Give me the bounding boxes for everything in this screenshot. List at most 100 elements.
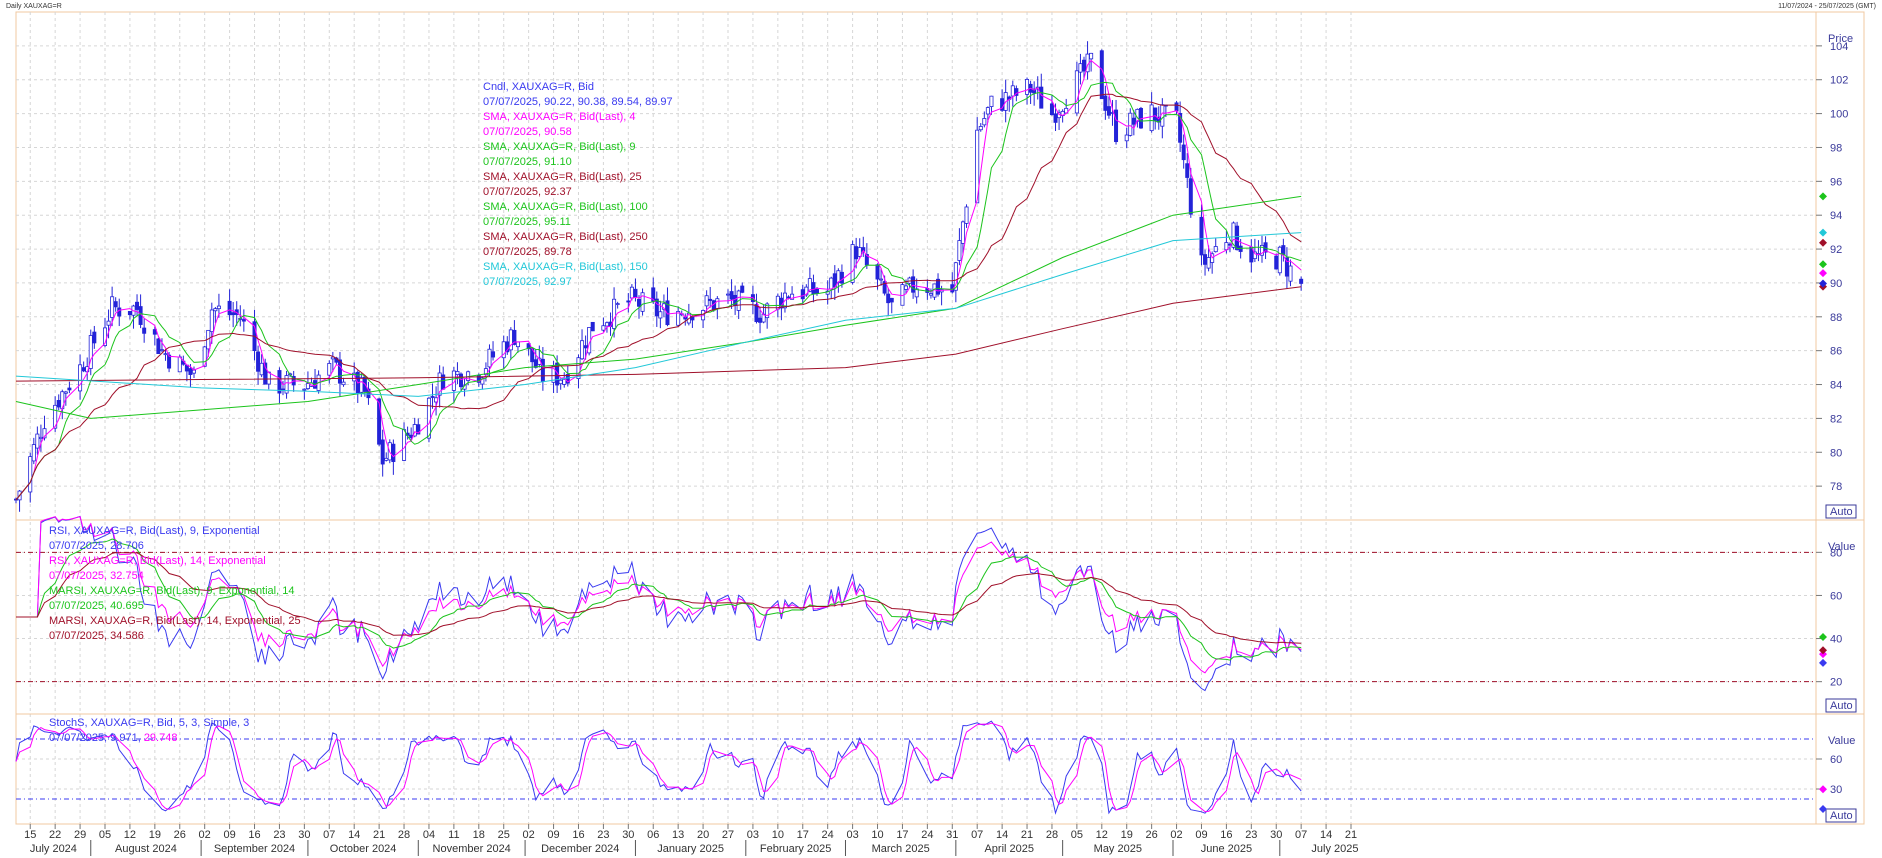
y-tick-label: 88 (1830, 312, 1842, 324)
legend-entry[interactable]: SMA, XAUXAG=R, Bid(Last), 250 (483, 230, 673, 245)
scale-auto-button-label: Auto (1830, 506, 1853, 518)
candle-body (209, 309, 214, 333)
legend-entry[interactable]: SMA, XAUXAG=R, Bid(Last), 25 (483, 170, 673, 185)
day-tick-label: 17 (797, 829, 809, 841)
candle-body (704, 295, 709, 307)
candle-body (658, 311, 663, 319)
candle-body (936, 278, 941, 295)
candle-body (391, 443, 396, 463)
candle-body (1153, 107, 1158, 121)
legend-entry-text: 07/07/2025, 92.97 (483, 276, 572, 288)
legend-entry-text: SMA, XAUXAG=R, Bid(Last), 150 (483, 261, 648, 273)
legend-entry[interactable]: MARSI, XAUXAG=R, Bid(Last), 9, Exponenti… (49, 584, 301, 599)
day-tick-label: 21 (1021, 829, 1033, 841)
candle-body (455, 371, 460, 376)
scale-auto-button[interactable]: Auto (1825, 808, 1857, 823)
y-tick-label: 80 (1830, 447, 1842, 459)
candle-body (81, 367, 86, 372)
legend-entry[interactable]: 07/07/2025, 34.586 (49, 629, 301, 644)
candle-body (811, 282, 816, 294)
day-tick-label: 07 (971, 829, 983, 841)
candle-body (1188, 178, 1193, 215)
candle-body (800, 289, 805, 300)
scale-auto-button-label: Auto (1830, 810, 1853, 822)
legend-entry-text: 07/07/2025, 40.695 (49, 600, 144, 612)
legend-entry[interactable]: MARSI, XAUXAG=R, Bid(Last), 14, Exponent… (49, 614, 301, 629)
candle-body (1103, 95, 1108, 111)
candle-body (580, 340, 585, 360)
candle-body (117, 307, 122, 317)
scale-auto-button[interactable]: Auto (1825, 504, 1857, 519)
legend-entry[interactable]: 07/07/2025, 32.754 (49, 569, 301, 584)
month-label: April 2025 (984, 843, 1034, 855)
candle-body (78, 364, 83, 392)
legend-entry-text: MARSI, XAUXAG=R, Bid(Last), 14, Exponent… (49, 615, 301, 627)
candle-body (327, 363, 332, 376)
month-label: March 2025 (872, 843, 930, 855)
legend-entry[interactable]: RSI, XAUXAG=R, Bid(Last), 14, Exponentia… (49, 554, 301, 569)
candle-body (558, 379, 563, 385)
day-tick-label: 30 (298, 829, 310, 841)
candle-body (960, 221, 965, 244)
candle-body (1299, 278, 1304, 284)
day-tick-label: 17 (896, 829, 908, 841)
candle-body (854, 246, 859, 260)
legend-entry[interactable]: SMA, XAUXAG=R, Bid(Last), 150 (483, 260, 673, 275)
candle-body (1082, 59, 1087, 72)
scale-auto-button[interactable]: Auto (1825, 698, 1857, 713)
candle-body (875, 264, 880, 280)
candle-body (216, 305, 221, 310)
day-tick-label: 14 (1320, 829, 1332, 841)
month-label: October 2024 (330, 843, 397, 855)
legend-entry[interactable]: SMA, XAUXAG=R, Bid(Last), 4 (483, 110, 673, 125)
legend-entry[interactable]: RSI, XAUXAG=R, Bid(Last), 9, Exponential (49, 524, 301, 539)
day-tick-label: 28 (1046, 829, 1058, 841)
day-tick-label: 16 (572, 829, 584, 841)
day-tick-label: 02 (1170, 829, 1182, 841)
candle-body (28, 456, 33, 493)
legend-entry[interactable]: 07/07/2025, 95.11 (483, 215, 673, 230)
candle-body (56, 400, 61, 408)
legend-entry[interactable]: 07/07/2025, 91.10 (483, 155, 673, 170)
candle-body (67, 387, 72, 391)
candle-body (815, 288, 820, 294)
candle-body (1128, 112, 1133, 136)
price-legend: Cndl, XAUXAG=R, Bid 07/07/2025, 90.22, 90… (483, 80, 673, 290)
legend-entry[interactable]: Cndl, XAUXAG=R, Bid (483, 80, 673, 95)
day-tick-label: 10 (871, 829, 883, 841)
legend-entry-extra: 29.748 (143, 732, 178, 744)
day-tick-label: 10 (772, 829, 784, 841)
candle-body (259, 362, 264, 376)
day-tick-label: 16 (248, 829, 260, 841)
candle-body (715, 298, 720, 309)
legend-entry[interactable]: 07/07/2025, 28.706 (49, 539, 301, 554)
rsi-legend: RSI, XAUXAG=R, Bid(Last), 9, Exponential… (49, 524, 301, 644)
candle-body (1149, 104, 1154, 132)
legend-entry-text: 07/07/2025, 91.10 (483, 156, 572, 168)
day-tick-label: 04 (423, 829, 435, 841)
legend-entry[interactable]: SMA, XAUXAG=R, Bid(Last), 9 (483, 140, 673, 155)
legend-entry[interactable]: SMA, XAUXAG=R, Bid(Last), 100 (483, 200, 673, 215)
candle-body (911, 276, 916, 293)
legend-entry[interactable]: 07/07/2025, 92.37 (483, 185, 673, 200)
legend-entry[interactable]: StochS, XAUXAG=R, Bid, 5, 3, Simple, 3 (49, 716, 249, 731)
candle-body (1053, 113, 1058, 123)
legend-entry[interactable]: 07/07/2025, 40.695 (49, 599, 301, 614)
candle-body (458, 373, 463, 388)
candle-body (384, 457, 389, 461)
day-tick-label: 23 (597, 829, 609, 841)
legend-entry[interactable]: 07/07/2025, 90.22, 90.38, 89.54, 89.97 (483, 95, 673, 110)
legend-entry-text: RSI, XAUXAG=R, Bid(Last), 9, Exponential (49, 525, 260, 537)
day-tick-label: 06 (647, 829, 659, 841)
chart-canvas[interactable]: Price7880828486889092949698100102104Auto… (0, 0, 1882, 858)
day-tick-label: 30 (1270, 829, 1282, 841)
candle-body (135, 301, 140, 310)
day-tick-label: 02 (523, 829, 535, 841)
candle-body (1281, 245, 1286, 255)
legend-entry[interactable]: 07/07/2025, 89.78 (483, 245, 673, 260)
legend-entry[interactable]: 07/07/2025, 92.97 (483, 275, 673, 290)
day-tick-label: 29 (74, 829, 86, 841)
y-tick-label: 30 (1830, 784, 1842, 796)
legend-entry[interactable]: 07/07/2025, 90.58 (483, 125, 673, 140)
legend-entry[interactable]: 07/07/2025, 9.971, 29.748 (49, 731, 249, 746)
